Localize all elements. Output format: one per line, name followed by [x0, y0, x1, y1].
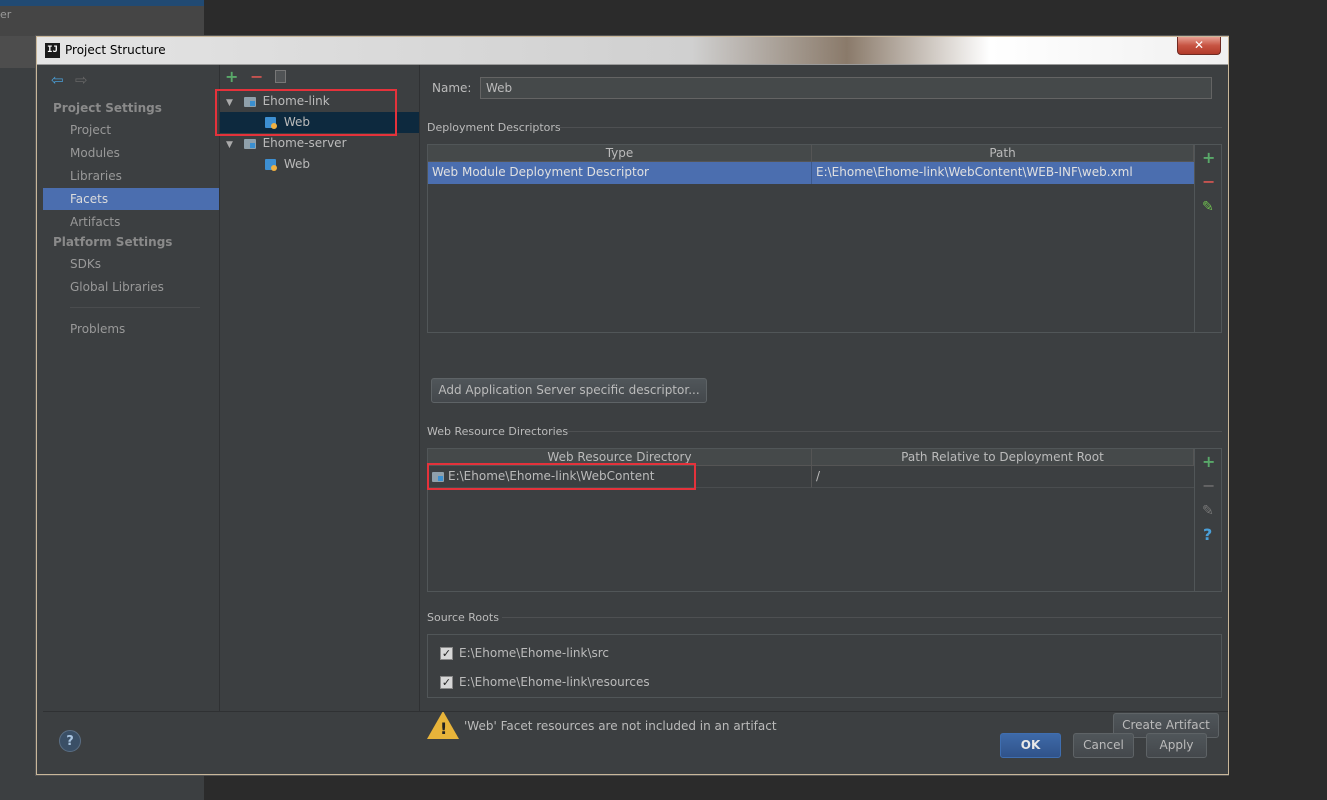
facet-settings-panel: Name: Web Deployment Descriptors Type Pa… [422, 65, 1228, 739]
source-roots-label: Source Roots [427, 611, 499, 624]
footer-divider [43, 711, 1228, 712]
web-resource-directories-label: Web Resource Directories [427, 425, 569, 438]
source-root-checkbox[interactable]: ✓ [440, 647, 453, 660]
column-header-type[interactable]: Type [428, 145, 812, 162]
highlight-box-web-content [427, 463, 696, 490]
warning-text: 'Web' Facet resources are not included i… [464, 719, 777, 733]
project-settings-heading: Project Settings [53, 101, 162, 115]
cancel-button[interactable]: Cancel [1073, 733, 1134, 758]
background-text: er [0, 8, 12, 21]
highlight-box-ehome-link [215, 89, 397, 136]
help-resource-icon[interactable]: ? [1203, 527, 1212, 543]
add-facet-icon[interactable]: + [225, 69, 238, 85]
nav-item-problems[interactable]: Problems [43, 318, 219, 340]
copy-facet-icon[interactable] [275, 70, 286, 83]
module-folder-icon [243, 138, 256, 149]
source-roots-list: ✓ E:\Ehome\Ehome-link\src ✓ E:\Ehome\Eho… [427, 634, 1222, 698]
table-cell-path[interactable]: E:\Ehome\Ehome-link\WebContent\WEB-INF\w… [812, 162, 1194, 184]
name-label: Name: [432, 81, 472, 95]
section-divider [558, 127, 1222, 128]
platform-settings-heading: Platform Settings [53, 235, 173, 249]
nav-item-project[interactable]: Project [43, 119, 219, 141]
section-divider [502, 617, 1222, 618]
web-facet-icon [265, 159, 277, 171]
forward-arrow-icon[interactable]: ⇨ [75, 73, 88, 88]
column-header-path[interactable]: Path [812, 145, 1194, 162]
deployment-descriptors-label: Deployment Descriptors [427, 121, 561, 134]
nav-item-global-libraries[interactable]: Global Libraries [43, 276, 219, 298]
nav-item-libraries[interactable]: Libraries [43, 165, 219, 187]
expand-triangle-icon[interactable]: ▼ [226, 140, 233, 150]
background-strip [0, 6, 204, 36]
tree-node-ehome-server-web[interactable]: Web [220, 154, 419, 175]
tree-node-label: Web [283, 157, 310, 171]
resources-toolbar: + − ✎ ? [1195, 448, 1222, 592]
source-root-path: E:\Ehome\Ehome-link\resources [459, 675, 650, 689]
remove-resource-icon[interactable]: − [1202, 478, 1215, 494]
remove-descriptor-icon[interactable]: − [1202, 174, 1215, 190]
source-root-checkbox[interactable]: ✓ [440, 676, 453, 689]
close-button[interactable]: ✕ [1177, 37, 1221, 55]
add-resource-icon[interactable]: + [1202, 454, 1215, 470]
nav-item-artifacts[interactable]: Artifacts [43, 211, 219, 233]
warning-mark: ! [440, 719, 448, 738]
project-structure-dialog: IJ Project Structure ✕ ⇦ ⇨ Project Setti… [36, 36, 1229, 775]
nav-item-sdks[interactable]: SDKs [43, 253, 219, 275]
add-descriptor-icon[interactable]: + [1202, 150, 1215, 166]
nav-item-modules[interactable]: Modules [43, 142, 219, 164]
window-title: Project Structure [65, 43, 166, 57]
edit-resource-icon[interactable]: ✎ [1202, 503, 1214, 519]
apply-button[interactable]: Apply [1146, 733, 1207, 758]
nav-item-facets[interactable]: Facets [43, 188, 219, 210]
deployment-toolbar: + − ✎ [1195, 144, 1222, 333]
tree-node-label: Ehome-server [262, 136, 347, 150]
deployment-descriptors-table: Type Path Web Module Deployment Descript… [427, 144, 1195, 333]
ok-button[interactable]: OK [1000, 733, 1061, 758]
intellij-logo-icon: IJ [45, 43, 60, 58]
remove-facet-icon[interactable]: − [250, 69, 263, 85]
column-header-path-relative[interactable]: Path Relative to Deployment Root [812, 449, 1194, 466]
tree-node-ehome-server[interactable]: ▼ Ehome-server [220, 133, 419, 154]
background-editor [1229, 0, 1327, 800]
facet-tree-panel: + − ▼ Ehome-link Web ▼ Ehome-server Web [215, 65, 420, 711]
table-cell-type[interactable]: Web Module Deployment Descriptor [428, 162, 812, 184]
section-divider [567, 431, 1222, 432]
back-arrow-icon[interactable]: ⇦ [51, 73, 64, 88]
help-icon[interactable]: ? [59, 730, 81, 752]
add-server-descriptor-button[interactable]: Add Application Server specific descript… [431, 378, 707, 403]
source-root-path: E:\Ehome\Ehome-link\src [459, 646, 610, 660]
facet-name-input[interactable]: Web [480, 77, 1212, 99]
nav-divider [70, 307, 200, 308]
table-cell-relative-path[interactable]: / [812, 466, 1194, 488]
edit-descriptor-icon[interactable]: ✎ [1202, 199, 1214, 215]
title-bar[interactable]: IJ Project Structure ✕ [37, 37, 1228, 65]
settings-nav: ⇦ ⇨ Project Settings Project Modules Lib… [43, 65, 220, 711]
background-strip-secondary [0, 36, 36, 68]
